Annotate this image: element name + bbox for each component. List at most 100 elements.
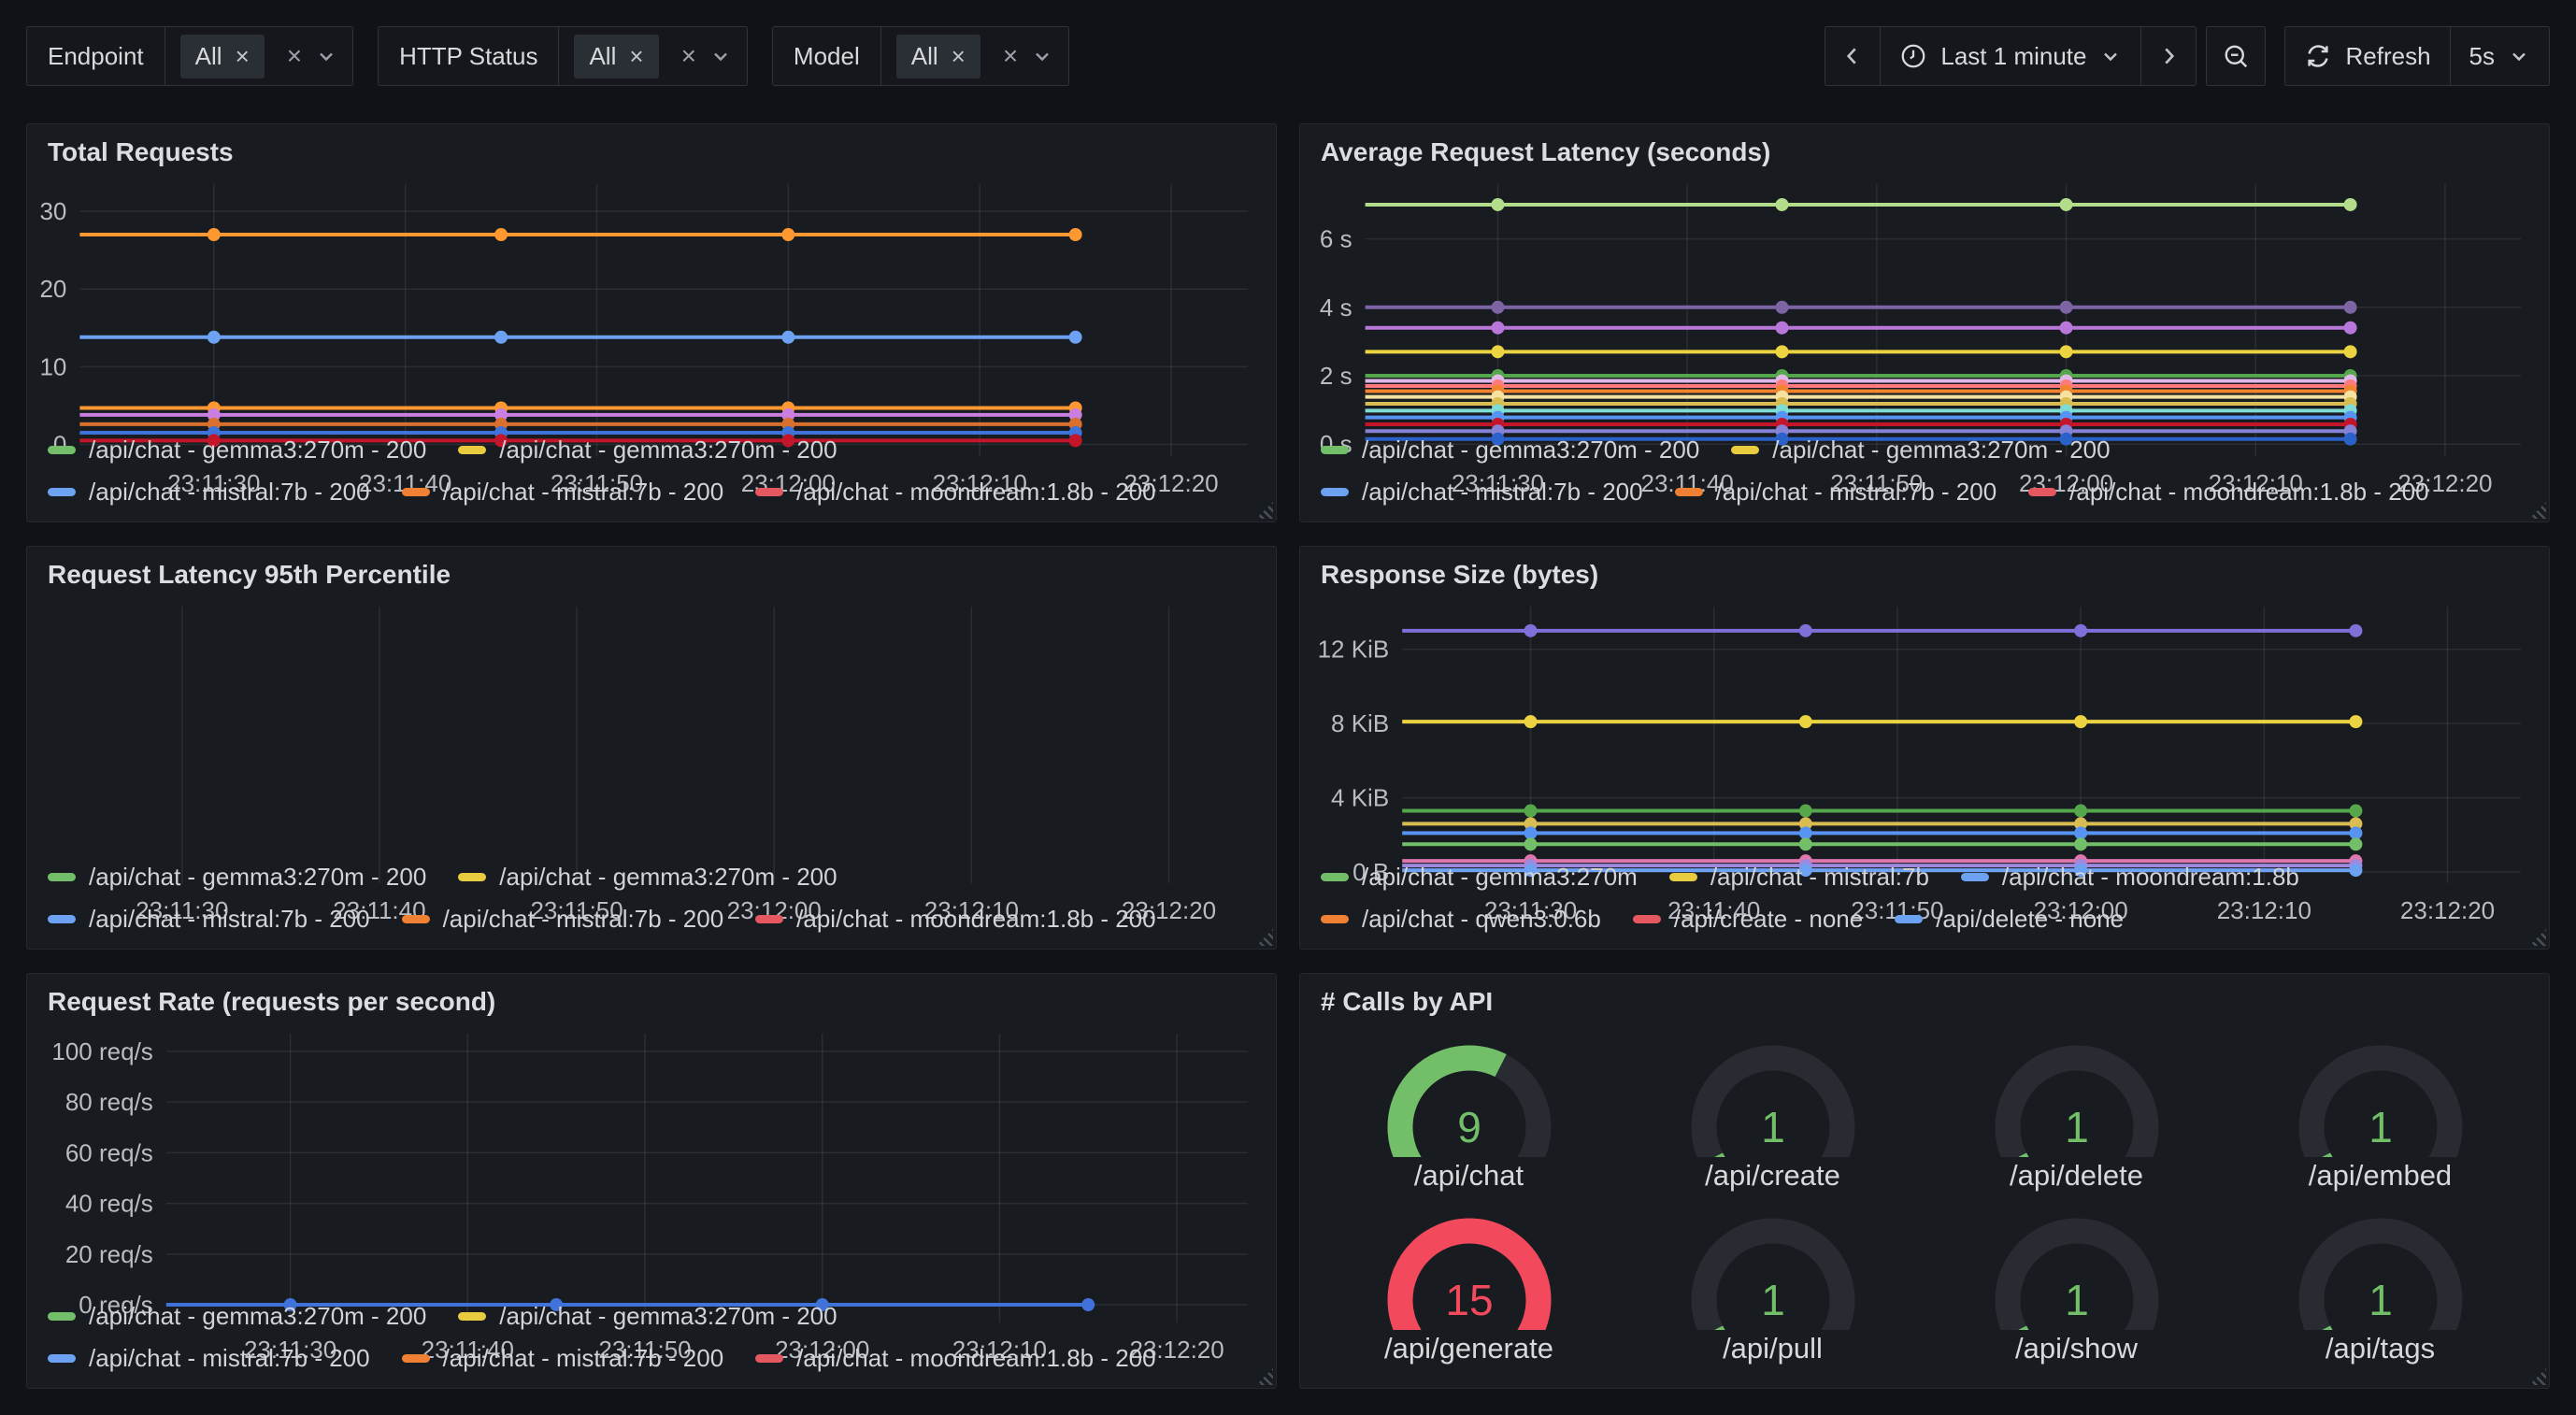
timeseries-chart[interactable]: 23:11:3023:11:4023:11:5023:12:0023:12:10… [27,1021,1276,1285]
time-range-picker[interactable]: Last 1 minute [1881,26,2141,86]
legend-item[interactable]: /api/chat - mistral:7b - 200 [402,478,724,507]
timeseries-chart[interactable]: 23:11:3023:11:4023:11:5023:12:0023:12:10… [27,171,1276,419]
legend-series-swatch [1321,446,1349,454]
filter-selected-tag[interactable]: All × [180,35,265,79]
refresh-interval-picker[interactable]: 5s [2451,26,2550,86]
legend-series-label: /api/chat - gemma3:270m [1362,863,1638,892]
refresh-button[interactable]: Refresh [2284,26,2450,86]
svg-text:20 req/s: 20 req/s [65,1240,153,1268]
legend-item[interactable]: /api/chat - gemma3:270m - 200 [1731,436,2110,465]
legend-series-swatch [1961,873,1989,881]
filter-selected-tag[interactable]: All× [574,35,658,79]
remove-tag-icon[interactable]: × [236,44,250,68]
legend-item[interactable]: /api/chat - moondream:1.8b - 200 [755,1344,1155,1373]
legend-item[interactable]: /api/chat - mistral:7b - 200 [48,478,370,507]
gauge-label: /api/delete [2010,1159,2143,1193]
legend-item[interactable]: /api/chat - mistral:7b - 200 [402,1344,724,1373]
legend-series-label: /api/chat - gemma3:270m - 200 [89,1302,426,1331]
legend-series-swatch [458,873,486,881]
filter-selected-tag[interactable]: All × [896,35,980,79]
legend-series-label: /api/chat - mistral:7b - 200 [443,905,724,934]
legend-item[interactable]: /api/chat - moondream:1.8b - 200 [755,905,1155,934]
timeseries-chart[interactable]: 23:11:3023:11:4023:11:5023:12:0023:12:10… [1300,593,2549,846]
panel-title[interactable]: Request Rate (requests per second) [27,974,1276,1021]
clear-filter-icon[interactable]: × [287,43,302,69]
legend-row: /api/chat - mistral:7b - 200/api/chat - … [48,478,1255,507]
filter-selected-text: All [911,42,938,71]
gauge-label: /api/chat [1414,1159,1524,1193]
legend-series-swatch [48,873,76,881]
legend-series-swatch [1633,915,1661,923]
panel-title[interactable]: Response Size (bytes) [1300,547,2549,593]
legend-item[interactable]: /api/create - none [1633,905,1863,934]
legend-item[interactable]: /api/chat - gemma3:270m - 200 [1321,436,1699,465]
legend-item[interactable]: /api/chat - mistral:7b - 200 [1321,478,1643,507]
filter-group-http-status: HTTP StatusAll×× [378,26,748,86]
legend-series-label: /api/chat - mistral:7b - 200 [89,1344,370,1373]
legend-item[interactable]: /api/chat - gemma3:270m - 200 [48,436,426,465]
legend-item[interactable]: /api/chat - mistral:7b - 200 [402,905,724,934]
gauge-value: 1 [2368,1103,2393,1151]
chart-legend: /api/chat - gemma3:270m - 200/api/chat -… [27,419,1276,522]
panel-request-latency-p95: Request Latency 95th Percentile 23:11:30… [26,546,1277,950]
filter-selected-text: All [195,42,222,71]
legend-series-swatch [48,915,76,923]
time-shift-back-button[interactable] [1825,26,1881,86]
legend-row: /api/chat - gemma3:270m - 200/api/chat -… [48,436,1255,465]
legend-series-swatch [402,915,430,923]
legend-item[interactable]: /api/chat - gemma3:270m - 200 [458,436,837,465]
legend-series-swatch [48,1354,76,1363]
chevron-down-icon[interactable] [1031,45,1053,67]
remove-tag-icon[interactable]: × [952,44,966,68]
panel-title[interactable]: Request Latency 95th Percentile [27,547,1276,593]
legend-series-label: /api/chat - moondream:1.8b [2002,863,2299,892]
legend-item[interactable]: /api/delete - none [1895,905,2124,934]
gauge-api-delete: 1/api/delete [1925,1026,2228,1199]
legend-item[interactable]: /api/chat - gemma3:270m - 200 [48,863,426,892]
filter-value-dropdown[interactable]: All × × [165,27,352,85]
legend-series-label: /api/delete - none [1936,905,2124,934]
filter-value-dropdown[interactable]: All×× [559,27,746,85]
legend-item[interactable]: /api/chat - gemma3:270m - 200 [48,1302,426,1331]
legend-item[interactable]: /api/chat - qwen3:0.6b [1321,905,1601,934]
time-zoom-out-button[interactable] [2206,26,2266,86]
legend-series-swatch [48,1312,76,1321]
panel-title[interactable]: # Calls by API [1300,974,2549,1021]
gauge-api-pull: 1/api/pull [1621,1199,1925,1372]
legend-item[interactable]: /api/chat - moondream:1.8b [1961,863,2299,892]
panel-title[interactable]: Total Requests [27,124,1276,171]
panel-title[interactable]: Average Request Latency (seconds) [1300,124,2549,171]
legend-item[interactable]: /api/chat - mistral:7b - 200 [48,1344,370,1373]
timeseries-chart[interactable]: 23:11:3023:11:4023:11:5023:12:0023:12:10… [1300,171,2549,419]
gauge-label: /api/embed [2309,1159,2452,1193]
legend-item[interactable]: /api/chat - moondream:1.8b - 200 [755,478,1155,507]
legend-series-label: /api/chat - mistral:7b - 200 [443,1344,724,1373]
chevron-down-icon[interactable] [709,45,732,67]
legend-series-swatch [2028,488,2056,496]
legend-series-label: /api/chat - gemma3:270m - 200 [1772,436,2110,465]
legend-row: /api/chat - gemma3:270m/api/chat - mistr… [1321,863,2528,892]
clear-filter-icon[interactable]: × [681,43,696,69]
legend-series-label: /api/chat - gemma3:270m - 200 [499,436,837,465]
legend-item[interactable]: /api/chat - mistral:7b - 200 [1675,478,1997,507]
legend-series-label: /api/chat - moondream:1.8b - 200 [2069,478,2428,507]
legend-item[interactable]: /api/chat - gemma3:270m [1321,863,1638,892]
chevron-down-icon[interactable] [315,45,337,67]
legend-item[interactable]: /api/chat - mistral:7b [1669,863,1929,892]
clear-filter-icon[interactable]: × [1003,43,1018,69]
gauge-value: 1 [2368,1276,2393,1324]
legend-item[interactable]: /api/chat - gemma3:270m - 200 [458,1302,837,1331]
legend-series-label: /api/create - none [1674,905,1863,934]
legend-series-label: /api/chat - moondream:1.8b - 200 [796,478,1155,507]
svg-text:4 KiB: 4 KiB [1331,784,1389,812]
timeseries-chart[interactable]: 23:11:3023:11:4023:11:5023:12:0023:12:10… [27,593,1276,846]
legend-item[interactable]: /api/chat - moondream:1.8b - 200 [2028,478,2428,507]
filter-label: HTTP Status [379,27,559,85]
remove-tag-icon[interactable]: × [629,44,643,68]
gauge-api-generate: 15/api/generate [1317,1199,1621,1372]
time-shift-forward-button[interactable] [2141,26,2197,86]
legend-item[interactable]: /api/chat - gemma3:270m - 200 [458,863,837,892]
legend-series-swatch [755,1354,783,1363]
legend-item[interactable]: /api/chat - mistral:7b - 200 [48,905,370,934]
filter-value-dropdown[interactable]: All × × [881,27,1068,85]
